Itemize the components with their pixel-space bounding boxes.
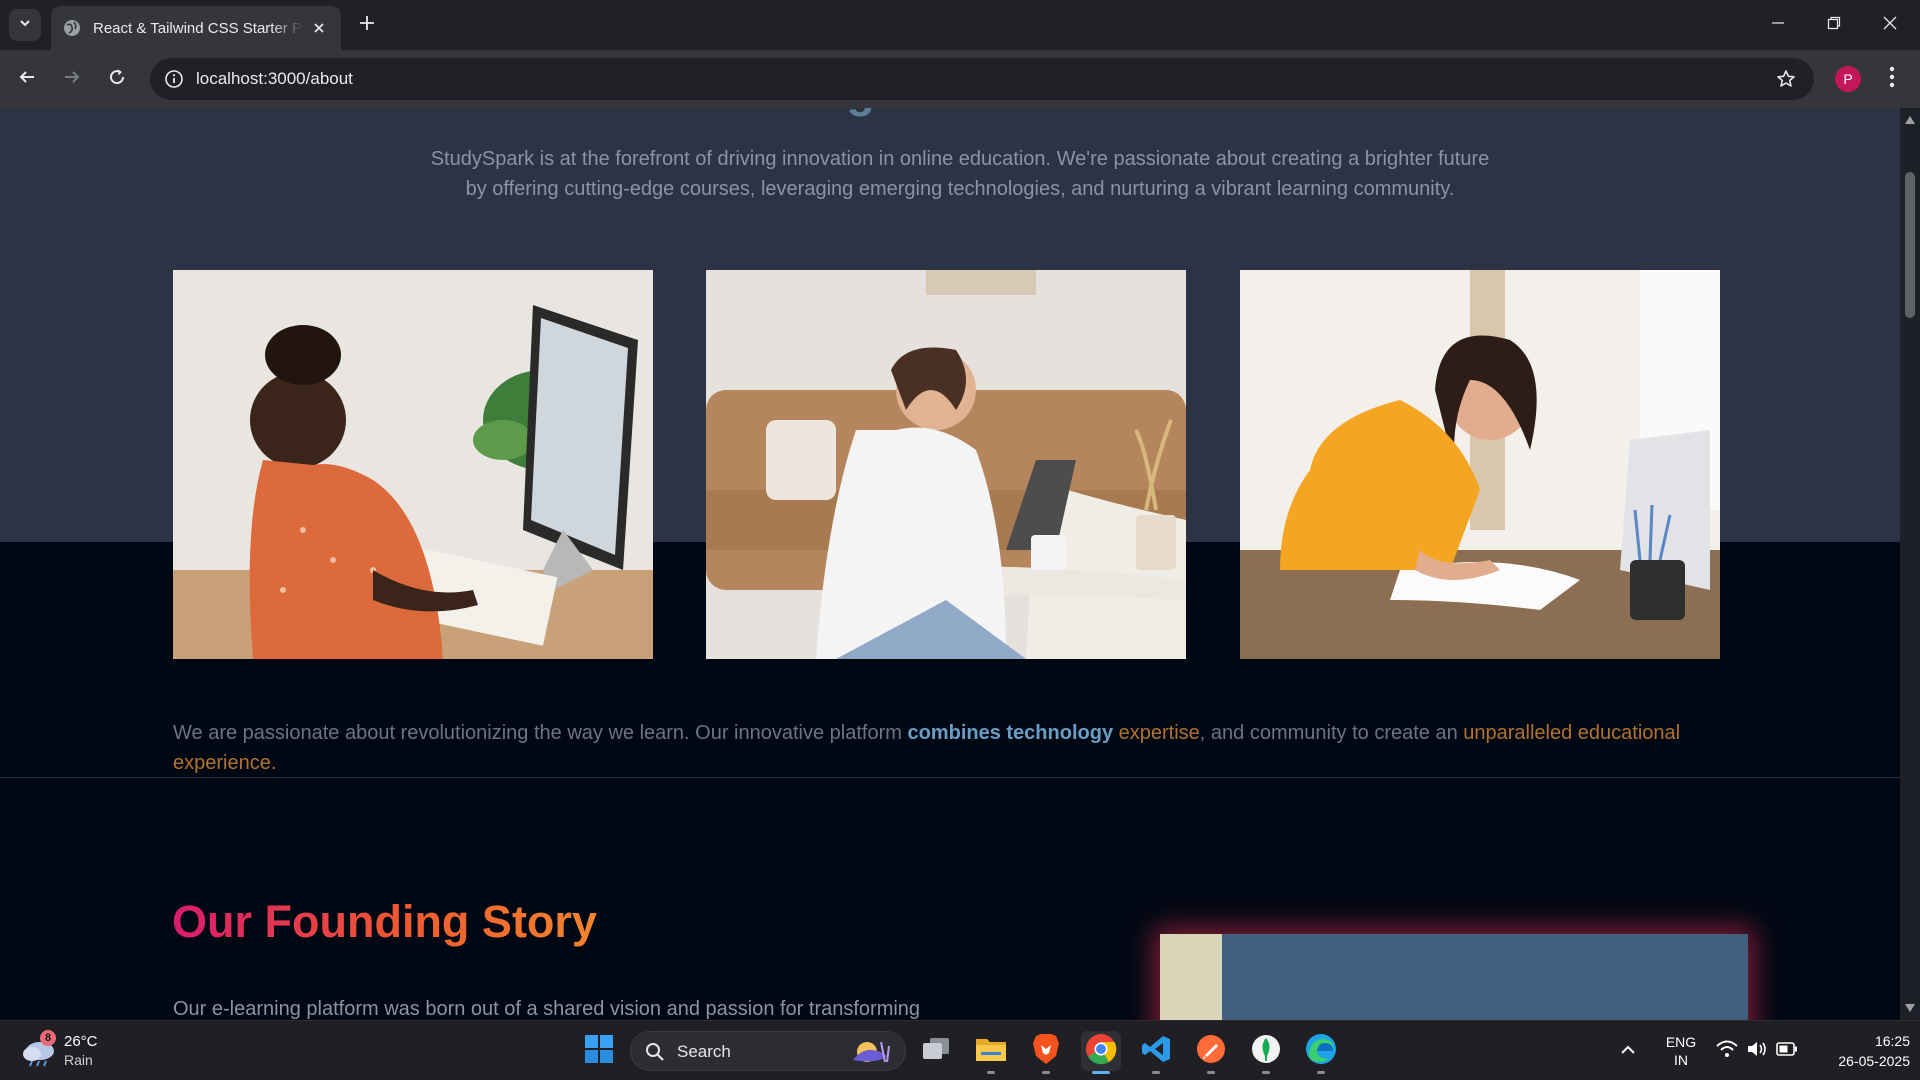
edge-button[interactable] [1301,1031,1341,1074]
close-tab-icon[interactable] [309,18,329,38]
plus-icon [359,15,375,36]
browser-menu-button[interactable] [1880,64,1904,94]
section-divider [0,777,1900,778]
mission-highlight-technology: combines technology [907,722,1114,744]
close-icon [1883,16,1897,35]
clock[interactable]: 16:25 26-05-2025 [1808,1031,1910,1071]
taskbar-search[interactable]: Search [630,1031,906,1071]
founding-story-text: Our e-learning platform was born out of … [173,998,921,1020]
clock-time: 16:25 [1874,1033,1910,1049]
restore-button[interactable] [1806,0,1862,50]
section-heading: Brighter Future [0,108,1900,118]
site-info-icon[interactable] [162,67,186,91]
running-indicator [1152,1071,1160,1074]
active-indicator [1092,1071,1110,1074]
tab-strip: React & Tailwind CSS Starter Pack [0,0,1920,50]
founding-story-title: Our Founding Story [172,896,597,947]
show-hidden-icons-button[interactable] [1612,1031,1644,1071]
mission-text-2: , and community to create an [1199,722,1464,744]
founding-story-photo [1160,934,1748,1020]
postman-icon [1196,1034,1226,1069]
reload-button[interactable] [100,62,134,96]
tab-title: React & Tailwind CSS Starter Pack [93,19,303,37]
arrow-left-icon [18,68,36,91]
weather-condition: Rain [64,1052,93,1068]
browser-tab-active[interactable]: React & Tailwind CSS Starter Pack [51,6,341,50]
page-scrollbar[interactable] [1900,108,1920,1020]
running-indicator [987,1071,995,1074]
minimize-icon [1771,16,1785,35]
page-viewport: Brighter Future StudySpark is at the for… [0,108,1900,1020]
chrome-button[interactable] [1081,1031,1121,1074]
language-code: ENG [1665,1034,1697,1050]
photo-student-writing [1240,270,1720,659]
vscode-icon [1141,1034,1171,1069]
file-explorer-button[interactable] [971,1031,1011,1074]
running-indicator [1042,1071,1050,1074]
reload-icon [108,68,126,91]
globe-icon [63,19,81,37]
profile-avatar[interactable]: P [1835,66,1861,92]
kebab-menu-icon [1889,66,1895,93]
mission-text-1: We are passionate about revolutionizing … [173,722,908,744]
language-region: IN [1674,1052,1688,1068]
mongodb-compass-button[interactable] [1246,1031,1286,1074]
chevron-up-icon [1620,1042,1636,1060]
battery-icon [1776,1041,1798,1061]
search-label: Search [677,1042,731,1061]
close-window-button[interactable] [1862,0,1918,50]
start-button[interactable] [579,1031,619,1071]
mongodb-leaf-icon [1251,1034,1281,1069]
taskbar: 8 26°C Rain Search ENG IN 16:25 26-05-20… [0,1020,1920,1080]
running-indicator [1262,1071,1270,1074]
photo-student-desktop [173,270,653,659]
brave-lion-icon [1032,1033,1060,1070]
weather-alert-badge: 8 [40,1030,56,1046]
vscode-button[interactable] [1136,1031,1176,1074]
volume-icon [1746,1040,1768,1063]
tab-search-button[interactable] [9,9,41,41]
chrome-icon [1085,1033,1117,1070]
mission-paragraph: We are passionate about revolutionizing … [173,718,1733,778]
search-icon [645,1042,665,1067]
intro-paragraph: StudySpark is at the forefront of drivin… [430,148,1490,200]
forward-button[interactable] [55,62,89,96]
back-button[interactable] [10,62,44,96]
quick-settings[interactable] [1712,1031,1802,1071]
running-indicator [1317,1071,1325,1074]
scrollbar-thumb[interactable] [1905,172,1915,318]
scroll-down-arrow-icon[interactable] [1904,1002,1916,1014]
task-view-button[interactable] [916,1031,956,1071]
bookmark-star-icon[interactable] [1774,67,1798,91]
new-tab-button[interactable] [352,10,382,40]
chevron-down-icon [18,16,32,35]
minimize-button[interactable] [1750,0,1806,50]
scroll-up-arrow-icon[interactable] [1904,114,1916,126]
browser-toolbar: localhost:3000/about P [0,50,1920,108]
brave-browser-button[interactable] [1026,1031,1066,1074]
arrow-right-icon [63,68,81,91]
restore-icon [1827,16,1841,35]
temperature: 26°C [64,1033,98,1050]
windows-logo-icon [584,1034,614,1069]
clock-date: 26-05-2025 [1838,1053,1910,1069]
edge-icon [1305,1033,1337,1070]
search-highlight-icon [847,1038,895,1071]
photo-student-laptop [706,270,1186,659]
wifi-icon [1716,1040,1738,1063]
mission-highlight-expertise: expertise [1113,722,1200,744]
weather-widget[interactable]: 8 26°C Rain [20,1030,110,1071]
running-indicator [1207,1071,1215,1074]
task-view-icon [921,1036,951,1067]
folder-icon [975,1035,1007,1068]
url-text: localhost:3000/about [196,69,353,88]
postman-button[interactable] [1191,1031,1231,1074]
input-language[interactable]: ENG IN [1660,1033,1702,1069]
address-bar[interactable]: localhost:3000/about [150,58,1814,100]
